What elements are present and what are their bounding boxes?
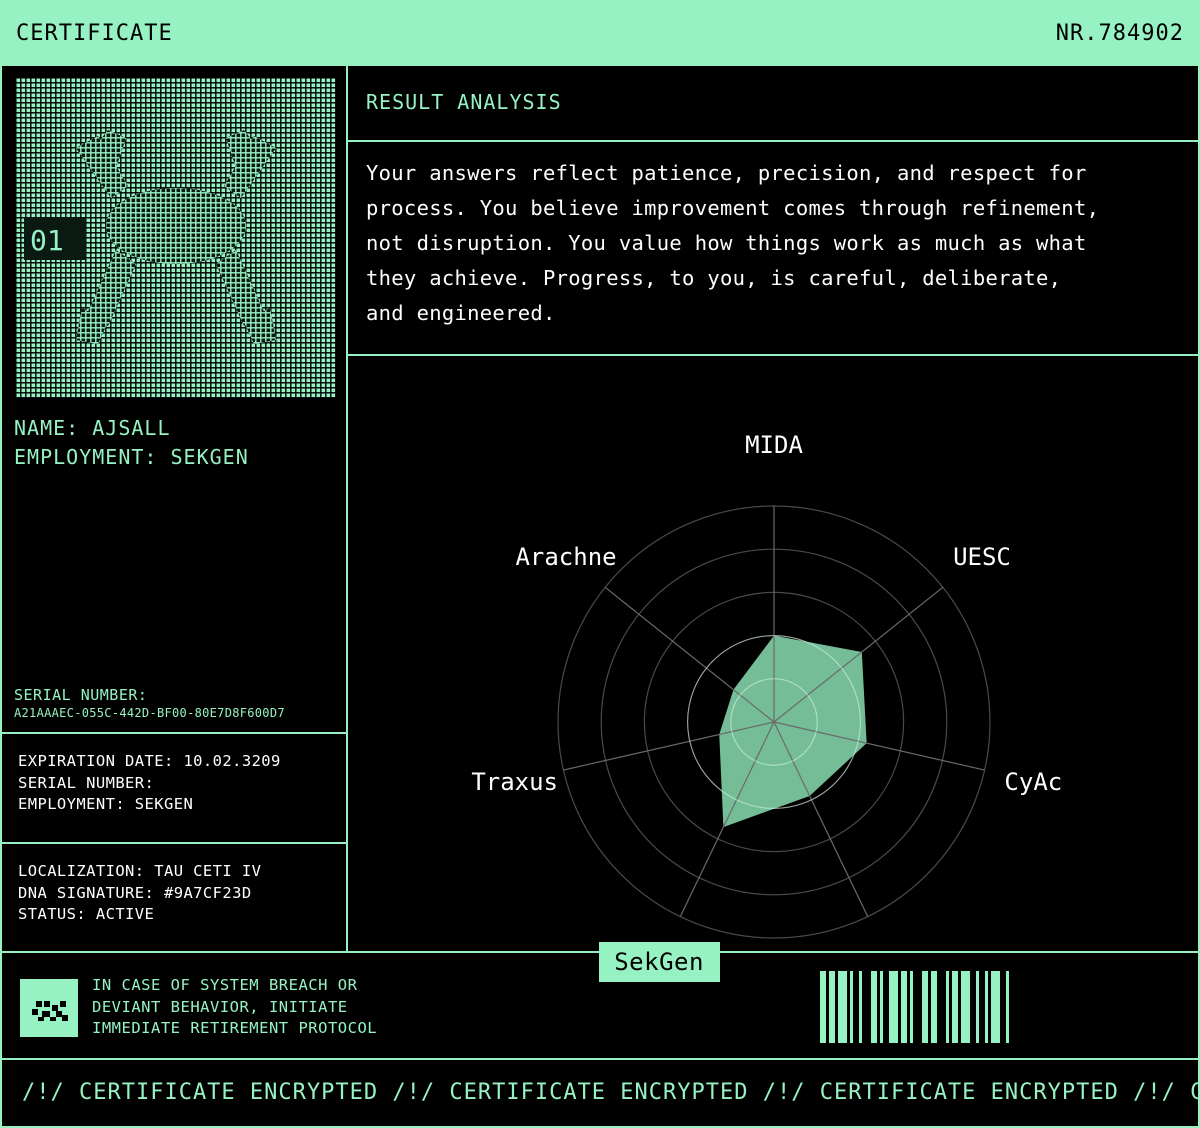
result-analysis-text: Your answers reflect patience, precision…	[366, 156, 1186, 331]
svg-text:01: 01	[30, 224, 64, 257]
name-field: NAME: AJSALL	[14, 416, 171, 440]
barcode-bar	[820, 971, 826, 1043]
result-panel: RESULT ANALYSIS Your answers reflect pat…	[348, 66, 1198, 982]
expiration-date: EXPIRATION DATE: 10.02.3209	[18, 752, 281, 770]
barcode-bar	[859, 971, 862, 1043]
sekgen-logo-icon	[20, 979, 78, 1037]
result-line: Your answers reflect patience, precision…	[366, 161, 1087, 185]
barcode-bar	[952, 971, 958, 1043]
result-line: they achieve. Progress, to you, is caref…	[366, 266, 1062, 290]
dna-signature-line: DNA SIGNATURE: #9A7CF23D	[18, 883, 252, 902]
barcode-bar	[931, 971, 937, 1043]
certificate-title: CERTIFICATE	[16, 20, 173, 46]
footer-panel: IN CASE OF SYSTEM BREACH OR DEVIANT BEHA…	[2, 953, 1198, 1059]
certificate-header: CERTIFICATE NR.784902	[0, 0, 1200, 66]
warning-line: IN CASE OF SYSTEM BREACH OR	[92, 976, 358, 994]
radar-axis-label: Traxus	[471, 768, 558, 796]
warning-line: DEVIANT BEHAVIOR, INITIATE	[92, 997, 348, 1016]
barcode-bar	[976, 971, 979, 1043]
barcode-bar	[985, 971, 988, 1043]
employment-line: EMPLOYMENT: SEKGEN	[18, 795, 194, 813]
result-line: not disruption. You value how things wor…	[366, 231, 1087, 255]
expiration-block: EXPIRATION DATE: 10.02.3209 SERIAL NUMBE…	[18, 751, 281, 816]
location-block: LOCALIZATION: TAU CETI IV DNA SIGNATURE:…	[18, 861, 261, 926]
portrait-image: 01	[16, 78, 336, 398]
radar-axis-label: UESC	[953, 543, 1011, 571]
encrypted-ticker: /!/ CERTIFICATE ENCRYPTED /!/ CERTIFICAT…	[22, 1080, 1198, 1105]
barcode-bar	[910, 971, 913, 1043]
result-line: and engineered.	[366, 301, 556, 325]
barcode-bar	[991, 971, 1000, 1043]
barcode-bar	[901, 971, 907, 1043]
radar-axis-label: NuCaloric	[824, 949, 954, 952]
identity-panel: 01 NAME: AJSALL EMPLOYMENT: SEKGEN SERIA…	[2, 66, 347, 952]
barcode-icon	[820, 971, 1009, 1043]
barcode-bar	[1006, 971, 1009, 1043]
radar-data-area	[719, 635, 867, 828]
barcode-bar	[871, 971, 877, 1043]
barcode-bar	[838, 971, 847, 1043]
barcode-bar	[961, 971, 970, 1043]
localization-line: LOCALIZATION: TAU CETI IV	[18, 862, 262, 880]
serial-number-label: SERIAL NUMBER:	[14, 686, 148, 704]
barcode-bar	[889, 971, 898, 1043]
barcode-bar	[850, 971, 853, 1043]
barcode-bar	[946, 971, 949, 1043]
radar-chart: MIDA UESC CyAc NuCaloric Traxus Arachne	[471, 431, 1062, 952]
employment-field: EMPLOYMENT: SEKGEN	[14, 445, 249, 469]
result-analysis-title: RESULT ANALYSIS	[366, 90, 562, 114]
result-line: process. You believe improvement comes t…	[366, 196, 1100, 220]
barcode-bar	[880, 971, 883, 1043]
serial-number-value: A21AAAEC-055C-442D-BF00-80E7D8F600D7	[14, 706, 285, 720]
status-line: STATUS: ACTIVE	[18, 905, 155, 923]
radar-axis-label: Arachne	[515, 543, 616, 571]
crab-portrait-icon: 01	[16, 78, 336, 398]
breach-warning: IN CASE OF SYSTEM BREACH OR DEVIANT BEHA…	[92, 975, 377, 1040]
serial-number-line: SERIAL NUMBER:	[18, 773, 155, 792]
radar-axis-label: CyAc	[1004, 768, 1062, 796]
radar-axis-label: MIDA	[745, 431, 803, 459]
warning-line: IMMEDIATE RETIREMENT PROTOCOL	[92, 1019, 378, 1037]
certificate-number: NR.784902	[1055, 20, 1184, 46]
barcode-bar	[829, 971, 835, 1043]
barcode-bar	[922, 971, 928, 1043]
